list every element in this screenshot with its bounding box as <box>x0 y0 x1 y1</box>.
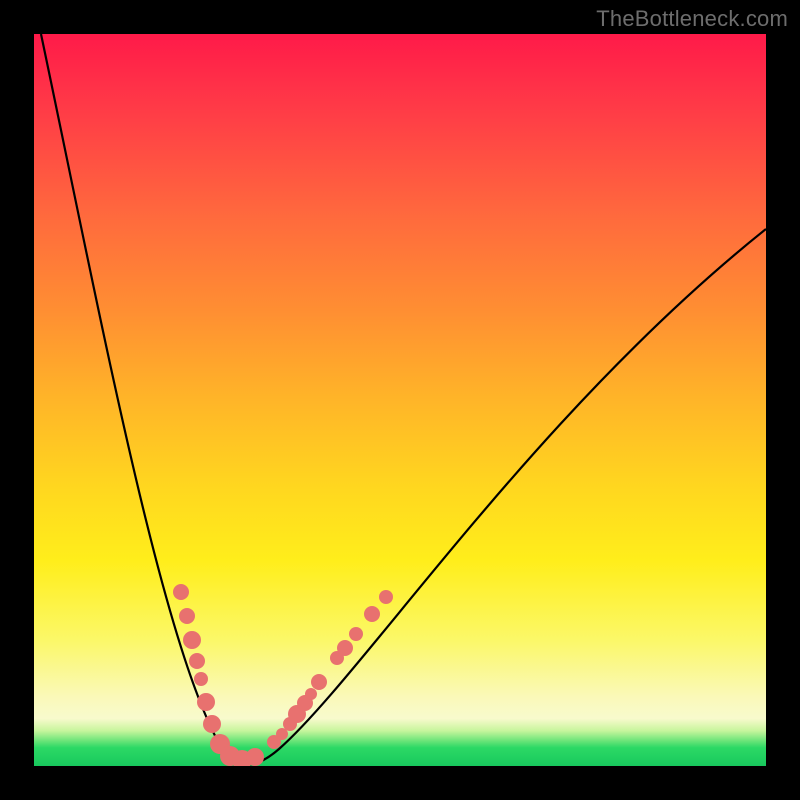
watermark-text: TheBottleneck.com <box>596 6 788 32</box>
curve-marker <box>197 693 215 711</box>
curve-marker <box>194 672 208 686</box>
bottleneck-curve <box>41 34 766 764</box>
plot-area <box>34 34 766 766</box>
curve-marker <box>179 608 195 624</box>
curve-marker <box>203 715 221 733</box>
curve-marker <box>349 627 363 641</box>
curve-marker <box>305 688 317 700</box>
curve-marker <box>246 748 264 766</box>
curve-marker <box>311 674 327 690</box>
curve-marker <box>189 653 205 669</box>
curve-marker <box>364 606 380 622</box>
bottleneck-curve-svg <box>34 34 766 766</box>
curve-marker <box>183 631 201 649</box>
chart-frame: TheBottleneck.com <box>0 0 800 800</box>
curve-markers <box>173 584 393 766</box>
curve-marker <box>337 640 353 656</box>
curve-marker <box>379 590 393 604</box>
curve-marker <box>173 584 189 600</box>
